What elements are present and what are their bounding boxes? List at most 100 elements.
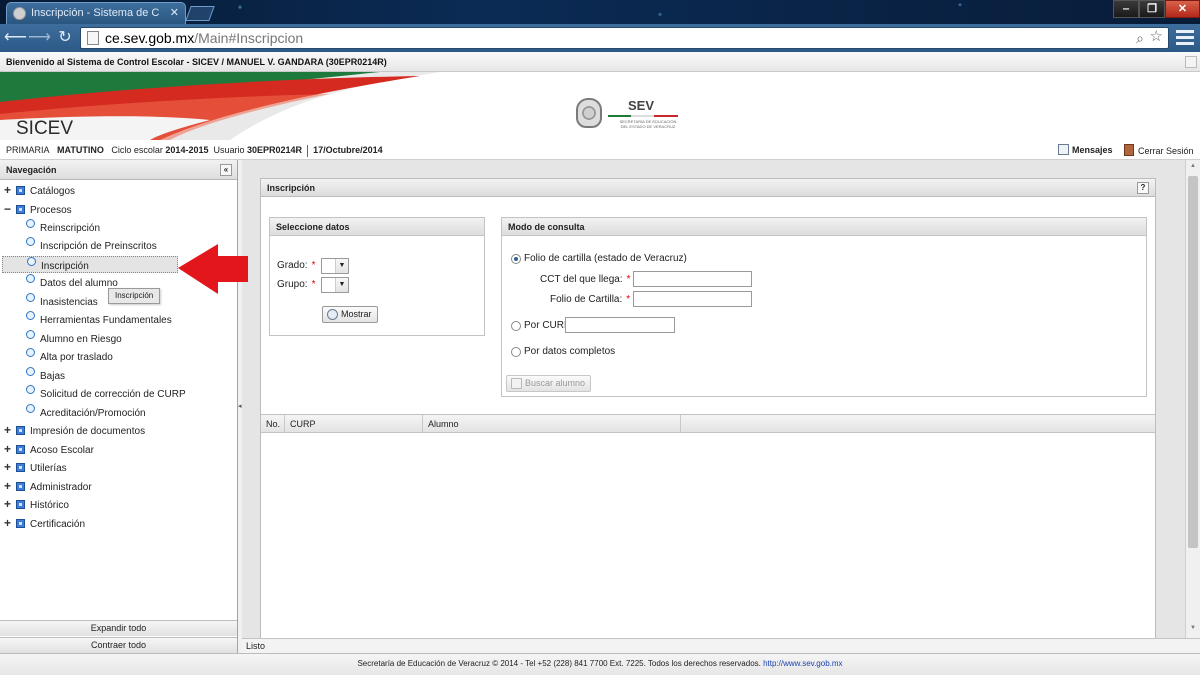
tree-label: Certificación <box>30 519 86 530</box>
reload-icon[interactable]: ↻ <box>55 28 75 48</box>
sidebar-header: Navegación « <box>0 160 237 180</box>
column-header-alumno[interactable]: Alumno <box>423 415 681 433</box>
tree-item-inasistencias[interactable]: Inasistencias <box>26 293 98 310</box>
curp-radio[interactable] <box>511 321 521 331</box>
datos-completos-label: Por datos completos <box>524 346 616 357</box>
favicon-icon <box>13 7 26 20</box>
tree-node-acoso[interactable]: + Acoso Escolar <box>4 441 94 458</box>
expand-icon[interactable]: + <box>4 459 13 476</box>
help-button[interactable]: ? <box>1137 182 1149 194</box>
expand-icon[interactable]: + <box>4 496 13 513</box>
status-bar: Listo <box>242 638 1200 653</box>
panel-header: Inscripción ? <box>261 179 1155 197</box>
veracruz-seal-icon <box>576 98 602 128</box>
chevron-down-icon[interactable]: ▼ <box>335 259 348 273</box>
grado-select[interactable]: ▼ <box>321 258 349 274</box>
tree-item-correccion-curp[interactable]: Solicitud de corrección de CURP <box>26 385 186 402</box>
column-header-curp[interactable]: CURP <box>285 415 423 433</box>
chevron-down-icon[interactable]: ▼ <box>335 278 348 292</box>
tree-item-acreditacion[interactable]: Acreditación/Promoción <box>26 404 146 421</box>
tree-item-datos-alumno[interactable]: Datos del alumno <box>26 274 118 291</box>
close-window-button[interactable]: ✕ <box>1165 0 1200 18</box>
minimize-button[interactable]: ‒ <box>1113 0 1139 18</box>
folio-radio[interactable] <box>511 254 521 264</box>
tree-node-catalogos[interactable]: + Catálogos <box>4 182 75 199</box>
browser-toolbar: ⟵ ⟶ ↻ ce.sev.gob.mx/Main#Inscripcion ⌕ ☆ <box>0 24 1200 52</box>
folder-icon <box>16 426 25 435</box>
tree-node-impresion[interactable]: + Impresión de documentos <box>4 422 145 439</box>
folder-icon <box>16 445 25 454</box>
scroll-up-icon[interactable]: ▲ <box>1188 163 1198 173</box>
required-mark: * <box>311 279 316 290</box>
tree-node-historico[interactable]: + Histórico <box>4 496 69 513</box>
back-arrow-icon[interactable]: ⟵ <box>4 28 27 48</box>
tree-item-alumno-riesgo[interactable]: Alumno en Riesgo <box>26 330 122 347</box>
url-path: /Main#Inscripcion <box>194 30 304 46</box>
expand-all-button[interactable]: Expandir todo <box>0 620 237 636</box>
magnifier-icon <box>327 309 338 320</box>
page-icon <box>87 31 99 45</box>
ciclo-label: Ciclo escolar <box>111 145 163 155</box>
folio-cartilla-input[interactable] <box>633 291 752 307</box>
expand-icon[interactable]: + <box>4 422 13 439</box>
mostrar-button[interactable]: Mostrar <box>322 306 378 323</box>
grupo-label: Grupo: * <box>277 278 315 292</box>
main-content: Inscripción ? Seleccione datos Grado: * ▼… <box>242 160 1200 659</box>
grupo-select[interactable]: ▼ <box>321 277 349 293</box>
page-footer: Secretaría de Educación de Veracruz © 20… <box>0 653 1200 675</box>
collapse-all-button[interactable]: Contraer todo <box>0 637 237 653</box>
column-header-no[interactable]: No. <box>261 415 285 433</box>
tree-node-utilerias[interactable]: + Utilerías <box>4 459 67 476</box>
tree-item-bajas[interactable]: Bajas <box>26 367 65 384</box>
process-icon <box>26 311 35 320</box>
main-scrollbar[interactable]: ▲ ▼ <box>1185 160 1200 638</box>
tree-node-certificacion[interactable]: + Certificación <box>4 515 85 532</box>
tree-item-alta-traslado[interactable]: Alta por traslado <box>26 348 113 365</box>
curp-input[interactable] <box>565 317 675 333</box>
modo-title: Modo de consulta <box>502 218 1146 236</box>
process-icon <box>26 367 35 376</box>
sidebar-title: Navegación <box>6 165 57 175</box>
seleccione-datos-box: Seleccione datos Grado: * ▼ Grupo: * ▼ Mos… <box>269 217 485 336</box>
footer-link[interactable]: http://www.sev.gob.mx <box>763 659 842 668</box>
folder-icon <box>16 500 25 509</box>
collapse-sidebar-button[interactable]: « <box>220 164 232 176</box>
tree-label: Utilerías <box>30 463 67 474</box>
expand-icon[interactable]: + <box>4 478 13 495</box>
expand-icon[interactable]: + <box>4 515 13 532</box>
tab-title: Inscripción - Sistema de C <box>31 7 160 19</box>
tree-label: Inasistencias <box>40 297 98 308</box>
tree-node-administrador[interactable]: + Administrador <box>4 478 92 495</box>
cct-input[interactable] <box>633 271 752 287</box>
hamburger-menu-icon[interactable] <box>1176 30 1194 46</box>
datos-completos-radio[interactable] <box>511 347 521 357</box>
address-bar[interactable]: ce.sev.gob.mx/Main#Inscripcion ⌕ ☆ <box>80 27 1169 49</box>
mensajes-link[interactable]: Mensajes <box>1058 144 1113 156</box>
search-icon[interactable]: ⌕ <box>1136 28 1144 48</box>
maximize-button[interactable]: ❐ <box>1139 0 1165 18</box>
tree-item-inscripcion-preinscritos[interactable]: Inscripción de Preinscritos <box>26 237 157 254</box>
footer-text: Secretaría de Educación de Veracruz © 20… <box>357 659 761 668</box>
tree-item-inscripcion[interactable]: Inscripción <box>2 256 178 273</box>
tree-item-reinscripcion[interactable]: Reinscripción <box>26 219 100 236</box>
bookmark-star-icon[interactable]: ☆ <box>1150 27 1163 47</box>
browser-tab[interactable]: Inscripción - Sistema de C ✕ <box>6 2 186 24</box>
buscar-alumno-button[interactable]: Buscar alumno <box>506 375 592 392</box>
header-banner: SICEV SEV SECRETARÍA DE EDUCACIÓN DEL ES… <box>0 72 1200 140</box>
tree-item-herramientas[interactable]: Herramientas Fundamentales <box>26 311 172 328</box>
tree-node-procesos[interactable]: − Procesos <box>4 201 72 218</box>
expand-icon[interactable]: + <box>4 441 13 458</box>
usuario-label: Usuario <box>213 145 245 155</box>
scroll-up-button[interactable] <box>1185 56 1197 68</box>
folder-icon <box>16 519 25 528</box>
expand-icon[interactable]: + <box>4 182 13 199</box>
collapse-icon[interactable]: − <box>4 201 13 218</box>
scrollbar-thumb[interactable] <box>1188 176 1198 548</box>
welcome-bar: Bienvenido al Sistema de Control Escolar… <box>0 52 1200 72</box>
forward-arrow-icon[interactable]: ⟶ <box>28 28 51 48</box>
door-icon <box>1124 144 1134 156</box>
seleccione-title: Seleccione datos <box>270 218 484 236</box>
scroll-down-icon[interactable]: ▼ <box>1188 625 1198 635</box>
logout-link[interactable]: Cerrar Sesión <box>1124 144 1194 157</box>
close-tab-icon[interactable]: ✕ <box>170 3 179 24</box>
